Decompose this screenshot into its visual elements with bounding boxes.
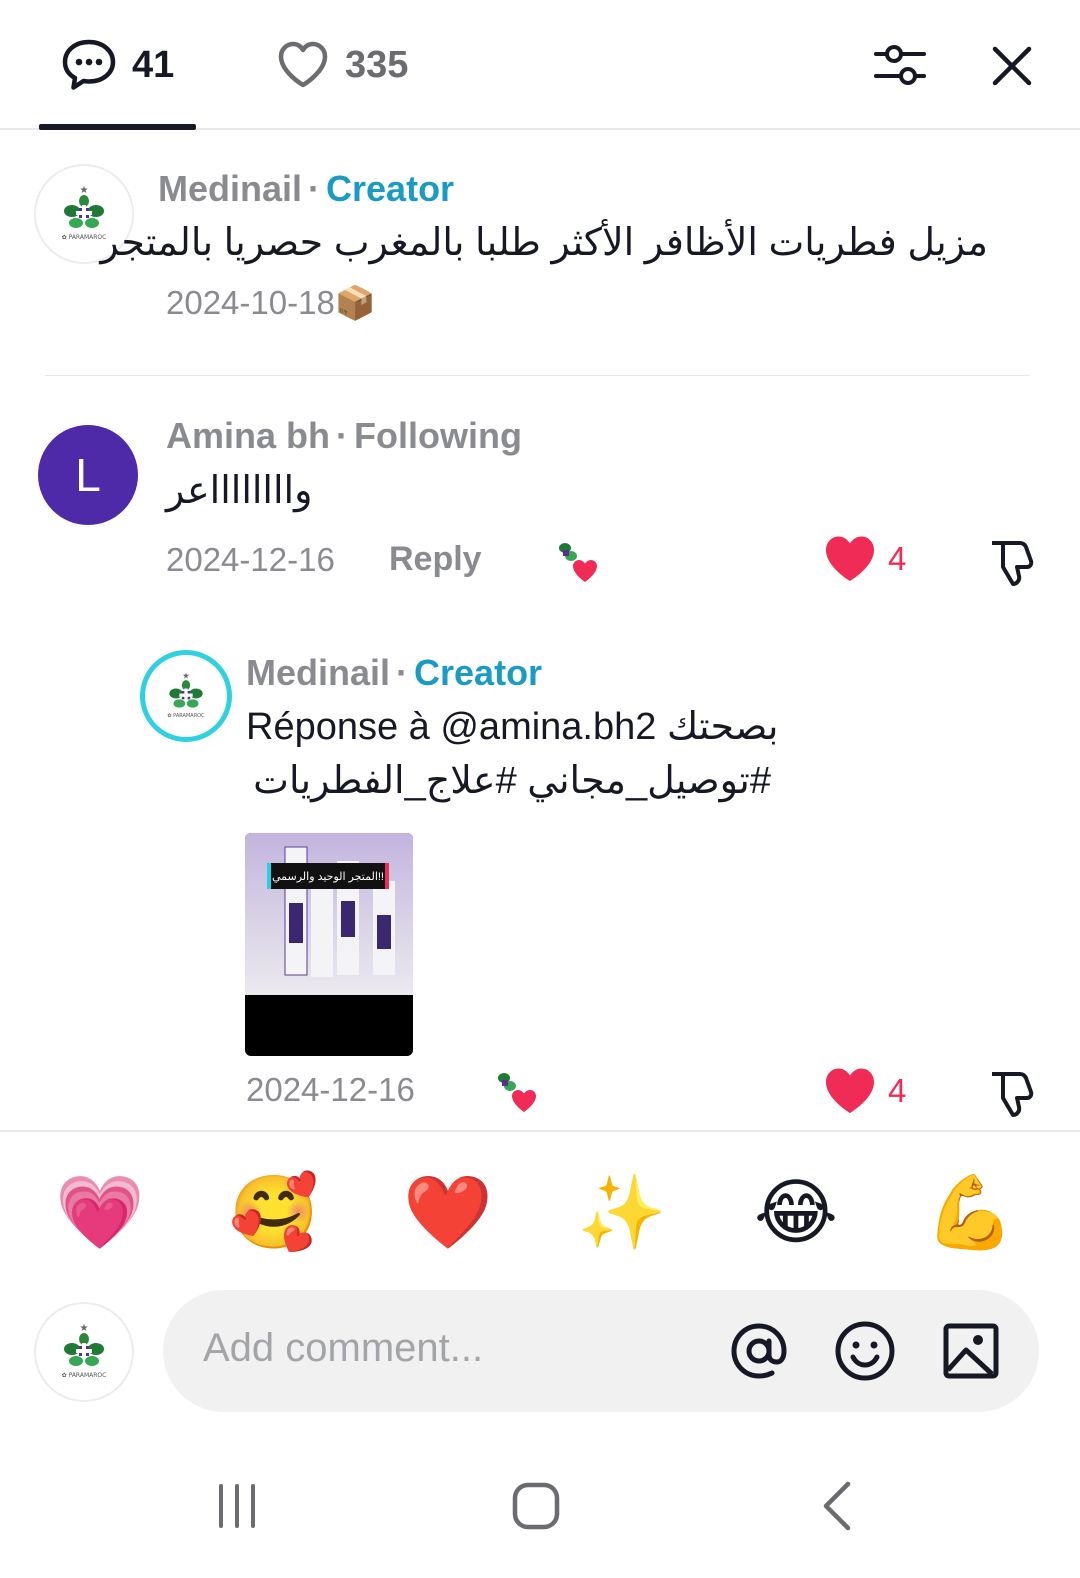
- thumbnail-image: [245, 833, 413, 995]
- emoji-red-heart[interactable]: ❤️: [403, 1168, 493, 1258]
- like-count: 4: [888, 1072, 907, 1109]
- comment-date: 2024-12-16: [166, 541, 335, 578]
- dislike-icon[interactable]: [984, 1064, 1040, 1120]
- image-picker-icon[interactable]: [938, 1318, 1004, 1384]
- filter-sliders-icon[interactable]: [870, 36, 930, 96]
- svg-text:★: ★: [80, 185, 89, 196]
- liked-by-creator-icon: [498, 1073, 536, 1112]
- paramaroc-logo-icon: ★ ✿ PARAMAROC: [62, 1323, 107, 1379]
- like-count: 4: [888, 540, 907, 577]
- separator-dot: ·: [396, 652, 409, 693]
- comment-bubble-icon: [62, 39, 116, 90]
- author-name[interactable]: Amina bh: [166, 415, 330, 456]
- reply-text-line-2: #توصيل_مجاني #علاج_الفطريات: [253, 760, 771, 802]
- mention-at-icon[interactable]: [726, 1318, 792, 1384]
- svg-text:★: ★: [182, 671, 189, 681]
- comment-input-placeholder: Add comment...: [203, 1326, 484, 1370]
- system-navigation-bar: [0, 1440, 1080, 1578]
- tab-likes[interactable]: 335: [275, 30, 408, 100]
- tab-comments[interactable]: 41: [60, 30, 174, 100]
- creator-badge: Creator: [414, 652, 543, 693]
- reply-date: 2024-12-16: [246, 1071, 415, 1108]
- comments-count: 41: [132, 43, 175, 86]
- like-button[interactable]: 4: [824, 534, 906, 584]
- emoji-smiling-hearts[interactable]: 🥰: [229, 1168, 319, 1258]
- thumbnail-caption: المتجر الوحيد والرسمي!!: [267, 863, 389, 889]
- separator-dot: ·: [336, 415, 349, 456]
- likes-count: 335: [345, 43, 409, 86]
- product-boxes-illustration: [284, 846, 395, 977]
- liked-by-creator-icon: [559, 543, 597, 582]
- home-icon[interactable]: [506, 1476, 566, 1536]
- my-avatar: ★ ✿ PARAMAROC: [34, 1302, 134, 1402]
- author-name[interactable]: Medinail: [246, 652, 390, 693]
- paramaroc-logo-icon: ★ ✿ PARAMAROC: [167, 671, 205, 719]
- comment-author-line: Amina bh · Following: [166, 415, 522, 457]
- divider: [45, 375, 1030, 376]
- dislike-icon[interactable]: [984, 533, 1040, 589]
- author-name[interactable]: Medinail: [158, 168, 302, 209]
- close-icon[interactable]: [982, 36, 1042, 96]
- separator-dot: ·: [308, 168, 321, 209]
- pinned-comment-date: 2024-10-18📦: [166, 284, 376, 321]
- svg-text:★: ★: [80, 1323, 89, 1334]
- reply-video-thumbnail[interactable]: المتجر الوحيد والرسمي!!: [245, 833, 413, 1056]
- emoji-tears-of-joy[interactable]: 😂: [751, 1168, 841, 1258]
- emoji-pink-heart[interactable]: 💗: [55, 1168, 145, 1258]
- recent-apps-icon[interactable]: [207, 1476, 267, 1536]
- svg-text:✿ PARAMAROC: ✿ PARAMAROC: [62, 1372, 107, 1379]
- emoji-sparkles[interactable]: ✨: [577, 1168, 667, 1258]
- comment-input[interactable]: Add comment...: [163, 1290, 1039, 1412]
- creator-reply-avatar[interactable]: ★ ✿ PARAMAROC: [140, 650, 232, 742]
- like-button[interactable]: 4: [824, 1066, 906, 1116]
- reply-text-line-1: Réponse à @amina.bh2 بصحتك: [246, 706, 779, 748]
- comment-text: وااااااااعر: [166, 470, 313, 512]
- reply-button[interactable]: Reply: [389, 540, 482, 579]
- emoji-smiley-icon[interactable]: [832, 1318, 898, 1384]
- back-icon[interactable]: [808, 1476, 868, 1536]
- following-badge: Following: [354, 415, 522, 456]
- active-tab-indicator: [39, 124, 196, 130]
- heart-filled-icon: [826, 1068, 874, 1113]
- comments-sheet: 41 335 ★ ✿ PARAMAROC Medinail · Creator …: [0, 0, 1080, 1578]
- user-avatar[interactable]: L: [38, 425, 138, 525]
- svg-text:✿ PARAMAROC: ✿ PARAMAROC: [167, 713, 205, 719]
- heart-filled-icon: [826, 536, 874, 581]
- creator-badge: Creator: [326, 168, 455, 209]
- emoji-quick-bar: 💗 🥰 ❤️ ✨ 😂 💪: [0, 1130, 1080, 1280]
- emoji-flexed-bicep[interactable]: 💪: [925, 1168, 1015, 1258]
- heart-outline-icon: [278, 41, 328, 88]
- pinned-author-line: Medinail · Creator: [158, 168, 454, 210]
- comment-input-row: ★ ✿ PARAMAROC Add comment...: [0, 1288, 1080, 1418]
- reply-author-line: Medinail · Creator: [246, 652, 542, 694]
- comments-header: 41 335: [0, 0, 1080, 130]
- pinned-comment-text: مزيل فطريات الأظافر الأكثر طلبا بالمغرب …: [100, 222, 988, 264]
